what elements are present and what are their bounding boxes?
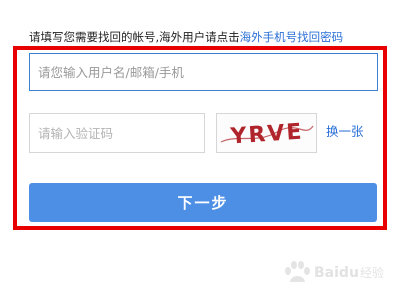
captcha-text: YRVE [229, 119, 305, 149]
captcha-graphic: YRVE [220, 119, 314, 150]
svg-text:经验: 经验 [360, 265, 384, 280]
baidu-jingyan-watermark-logo: Baidu 经验 [285, 261, 384, 282]
captcha-image[interactable]: YRVE [216, 113, 317, 153]
instruction-label: 请填写您需要找回的帐号,海外用户请点击 [29, 30, 240, 44]
instruction-text: 请填写您需要找回的帐号,海外用户请点击海外手机号找回密码 [29, 29, 343, 45]
captcha-input[interactable] [29, 113, 205, 153]
refresh-captcha-link[interactable]: 换一张 [326, 123, 364, 141]
username-input[interactable] [29, 53, 378, 91]
overseas-phone-recovery-link[interactable]: 海外手机号找回密码 [240, 30, 344, 44]
next-step-button[interactable]: 下一步 [29, 183, 377, 222]
svg-text:Baidu: Baidu [314, 265, 359, 281]
